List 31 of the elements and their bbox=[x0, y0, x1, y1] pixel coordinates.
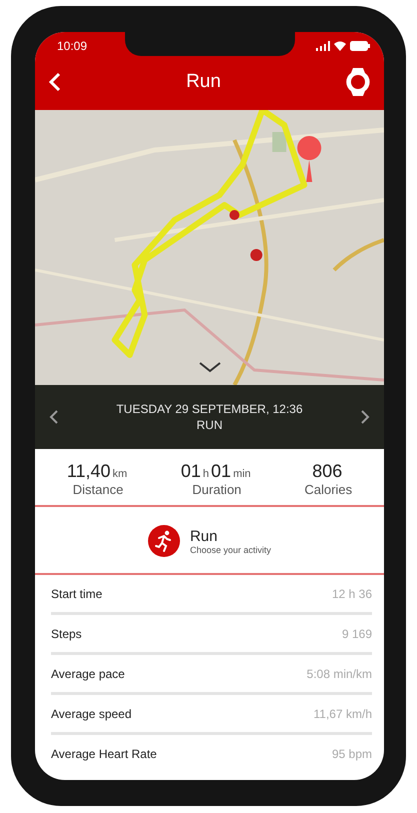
stat-label: Duration bbox=[192, 482, 242, 497]
stat-label: Calories bbox=[304, 482, 352, 497]
detail-value: 95 bpm bbox=[332, 746, 372, 760]
activity-date: TUESDAY 29 SEPTEMBER, 12:36 bbox=[116, 402, 303, 416]
runner-icon[interactable] bbox=[148, 525, 180, 557]
back-icon[interactable] bbox=[49, 72, 61, 92]
detail-label: Average speed bbox=[51, 706, 132, 720]
detail-value: 11,67 km/h bbox=[314, 706, 372, 720]
activity-hint: Choose your activity bbox=[190, 544, 272, 554]
watch-icon[interactable] bbox=[346, 67, 370, 97]
stat-value: 01 h 01 min bbox=[180, 461, 252, 482]
detail-label: Start time bbox=[51, 586, 102, 600]
stat-value: 806 bbox=[312, 461, 344, 482]
detail-value: 9 169 bbox=[342, 626, 372, 640]
detail-value: 12 h 36 bbox=[332, 586, 372, 600]
signal-icon bbox=[316, 41, 330, 51]
screen-title: Run bbox=[186, 71, 221, 93]
stat-value: 11,40 km bbox=[66, 461, 128, 482]
stat-label: Distance bbox=[72, 482, 124, 497]
activity-name[interactable]: Run bbox=[190, 528, 272, 544]
wifi-icon bbox=[334, 41, 346, 51]
detail-label: Steps bbox=[51, 626, 82, 640]
status-time: 10:09 bbox=[56, 39, 88, 53]
chevron-down-icon[interactable] bbox=[198, 361, 222, 373]
battery-icon bbox=[350, 41, 370, 51]
activity-type: RUN bbox=[196, 418, 222, 432]
detail-value: 5:08 min/km bbox=[306, 666, 372, 680]
next-icon[interactable] bbox=[360, 409, 370, 425]
detail-label: Average Heart Rate bbox=[51, 746, 157, 760]
detail-label: Average pace bbox=[51, 666, 125, 680]
previous-icon[interactable] bbox=[49, 409, 59, 425]
